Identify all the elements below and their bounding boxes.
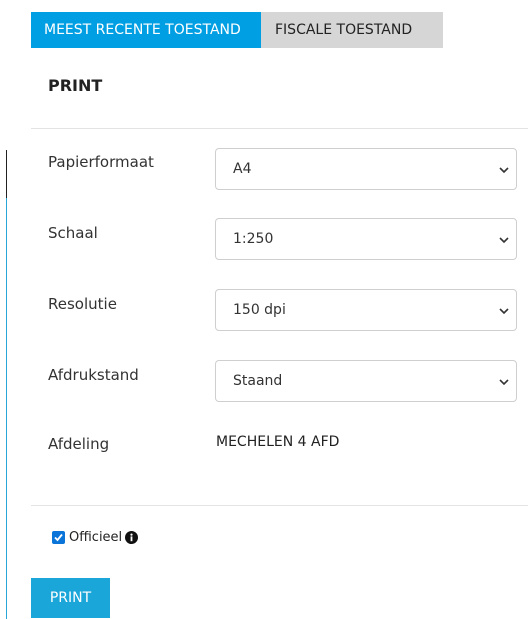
chevron-down-icon bbox=[499, 308, 509, 315]
scale-value: 1:250 bbox=[233, 231, 274, 247]
orientation-value: Staand bbox=[233, 373, 283, 389]
left-border-accent bbox=[6, 198, 7, 619]
check-icon bbox=[54, 533, 63, 542]
chevron-down-icon bbox=[499, 167, 509, 174]
orientation-select[interactable]: Staand bbox=[215, 360, 517, 402]
orientation-label: Afdrukstand bbox=[48, 366, 139, 384]
tab-fiscale-toestand[interactable]: FISCALE TOESTAND bbox=[261, 12, 443, 48]
print-button[interactable]: PRINT bbox=[31, 578, 110, 618]
resolution-value: 150 dpi bbox=[233, 302, 286, 318]
resolution-select[interactable]: 150 dpi bbox=[215, 289, 517, 331]
divider bbox=[31, 505, 528, 506]
paper-size-label: Papierformaat bbox=[48, 153, 154, 171]
chevron-down-icon bbox=[499, 379, 509, 386]
resolution-label: Resolutie bbox=[48, 295, 117, 313]
division-label: Afdeling bbox=[48, 435, 110, 453]
chevron-down-icon bbox=[499, 237, 509, 244]
official-label: Officieel bbox=[69, 530, 123, 545]
paper-size-value: A4 bbox=[233, 161, 252, 177]
section-title: PRINT bbox=[48, 76, 103, 95]
info-icon[interactable] bbox=[125, 531, 139, 544]
scale-select[interactable]: 1:250 bbox=[215, 218, 517, 260]
division-value: MECHELEN 4 AFD bbox=[216, 434, 340, 450]
scale-label: Schaal bbox=[48, 224, 98, 242]
tab-meest-recente-toestand[interactable]: MEEST RECENTE TOESTAND bbox=[31, 12, 261, 48]
tab-bar: MEEST RECENTE TOESTAND FISCALE TOESTAND bbox=[31, 12, 443, 48]
divider bbox=[31, 128, 528, 129]
official-checkbox[interactable] bbox=[52, 531, 65, 544]
paper-size-select[interactable]: A4 bbox=[215, 148, 517, 190]
official-row: Officieel bbox=[52, 530, 139, 545]
left-border-dark bbox=[6, 150, 7, 198]
